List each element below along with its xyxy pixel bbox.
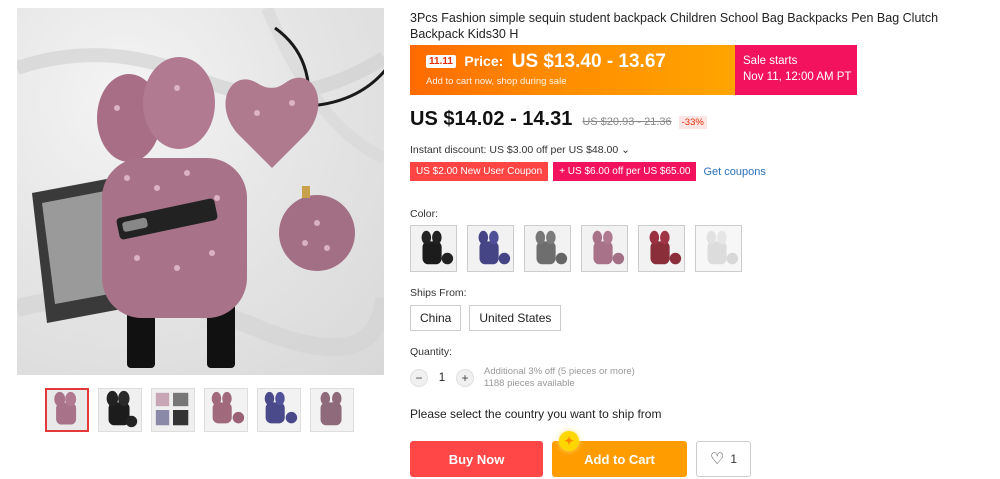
color-swatch-pink[interactable] [581,225,628,272]
instant-discount-dropdown[interactable]: Instant discount: US $3.00 off per US $4… [410,144,630,156]
thumbnail-rose[interactable] [204,388,248,432]
thumbnail-mauve[interactable] [310,388,354,432]
original-price: US $20.93 - 21.36 [582,116,672,128]
pieces-available-note: 1188 pieces available [484,378,575,389]
quantity-note: Additional 3% off (5 pieces or more) 118… [484,366,635,390]
promo-price: US $13.40 - 13.67 [511,51,666,72]
current-price: US $14.02 - 14.31 [410,108,573,130]
new-user-coupon[interactable]: US $2.00 New User Coupon [410,162,549,181]
add-to-cart-button[interactable]: ✦ Add to Cart [552,431,687,477]
ships-from-china[interactable]: China [410,305,462,331]
get-coupons-link[interactable]: Get coupons [703,166,765,178]
color-swatch-silver[interactable] [524,225,571,272]
sale-start-title: Sale starts [743,55,798,67]
sale-promo-banner: 11.11 Price: US $13.40 - 13.67 Add to ca… [410,45,857,95]
quantity-value[interactable]: 1 [428,372,456,384]
ships-from-label: Ships From: [410,287,467,299]
quantity-increment-button[interactable]: + [456,369,474,387]
sparkle-icon: ✦ [559,431,579,451]
product-title: 3Pcs Fashion simple sequin student backp… [410,11,939,41]
coupon-row: US $2.00 New User Coupon + US $6.00 off … [410,162,766,181]
promo-subtext: Add to cart now, shop during sale [426,76,567,87]
wishlist-button[interactable]: ♡ 1 [696,441,751,477]
ships-from-options: China United States [410,305,562,331]
promo-price-panel: 11.11 Price: US $13.40 - 13.67 Add to ca… [410,45,735,95]
ships-from-united-states[interactable]: United States [469,305,562,331]
color-swatch-list [410,225,742,272]
promo-price-label: Price: [464,53,504,69]
add-to-cart-label: Add to Cart [584,451,655,467]
main-product-image[interactable] [17,8,384,375]
thumbnail-black[interactable] [98,388,142,432]
wishlist-count: 1 [730,452,738,466]
ship-country-message: Please select the country you want to sh… [410,407,662,421]
sale-start-panel: Sale starts Nov 11, 12:00 AM PT [735,45,857,95]
quantity-stepper: − 1 + Additional 3% off (5 pieces or mor… [410,366,635,390]
color-swatch-white[interactable] [695,225,742,272]
discount-badge: -33% [678,116,707,129]
thumbnail-blue[interactable] [257,388,301,432]
color-swatch-red[interactable] [638,225,685,272]
bulk-discount-note: Additional 3% off (5 pieces or more) [484,366,635,377]
sequin-backpack-photo [17,8,384,368]
quantity-decrement-button[interactable]: − [410,369,428,387]
color-swatch-blue[interactable] [467,225,514,272]
thumbnail-collage[interactable] [151,388,195,432]
price-row: US $14.02 - 14.31 US $20.93 - 21.36 -33% [410,108,707,131]
sale-1111-badge: 11.11 [426,55,456,68]
heart-icon: ♡ [709,451,725,468]
buy-now-button[interactable]: Buy Now [410,441,543,477]
action-buttons: Buy Now ✦ Add to Cart ♡ 1 [410,431,751,477]
color-label: Color: [410,208,439,220]
sale-start-date: Nov 11, 12:00 AM PT [743,71,852,83]
color-swatch-black[interactable] [410,225,457,272]
bulk-coupon[interactable]: + US $6.00 off per US $65.00 [553,162,697,181]
thumbnail-pink[interactable] [45,388,89,432]
thumbnail-strip [45,388,354,432]
quantity-label: Quantity: [410,346,453,358]
